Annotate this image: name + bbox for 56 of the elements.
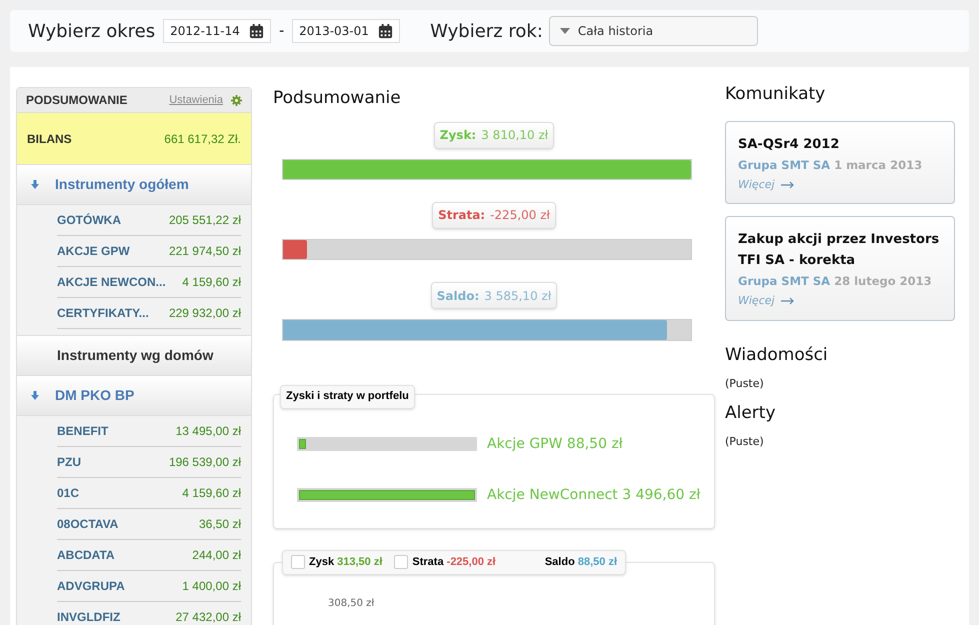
announcement-card[interactable]: SA-QSr4 2012 Grupa SMT SA 1 marca 2013 Więcej (725, 120, 955, 204)
year-label: Wybierz rok: (430, 20, 543, 44)
checkbox[interactable] (394, 555, 408, 570)
announcement-meta: Grupa SMT SA 28 lutego 2013 (738, 273, 933, 290)
caret-icon (560, 28, 570, 34)
instrument-row[interactable]: 01C 4 159,60 zł (57, 478, 241, 509)
sidebar-title: PODSUMOWANIE (26, 92, 128, 109)
card-title: Zyski i straty w portfelu (280, 384, 415, 409)
value-tag: Zysk: 3 810,10 zł (434, 122, 554, 149)
date-field[interactable]: 2013-03-01 (292, 19, 400, 43)
empty-note: (Puste) (725, 376, 765, 392)
arrow-down-icon (31, 180, 39, 189)
instrument-row[interactable]: CERTYFIKATY... 229 932,00 zł (57, 298, 241, 329)
instrument-row[interactable]: 08OCTAVA 36,50 zł (57, 509, 241, 540)
legend-label: Saldo 88,50 zł (544, 555, 617, 570)
instrument-row[interactable]: PZU 196 539,00 zł (57, 447, 241, 478)
section-title: Komunikaty (725, 83, 826, 106)
instrument-row[interactable]: AKCJE NEWCON... 4 159,60 zł (57, 267, 241, 298)
date-separator: - (279, 22, 284, 40)
announcement-card[interactable]: Zakup akcji przez Investors TFI SA - korekta Grupa SMT SA 28 lutego 2013 Więcej (725, 216, 955, 320)
year-dropdown[interactable]: Cała historia (548, 16, 758, 46)
instrument-row[interactable]: INVGLDFIZ 27 432,00 zł (57, 602, 241, 625)
section-title: Podsumowanie (273, 87, 402, 110)
settings-icon[interactable] (231, 94, 242, 106)
balance-value: 661 617,32 Zł. (164, 130, 241, 148)
announcement-meta: Grupa SMT SA 1 marca 2013 (738, 156, 924, 174)
section-title: Wiadomości (725, 344, 829, 366)
instrument-row[interactable]: ADVGRUPA 1 400,00 zł (57, 571, 241, 602)
value-tag: Strata: -225,00 zł (432, 202, 556, 229)
empty-note: (Puste) (725, 434, 765, 450)
date-field[interactable]: 2012-11-14 (163, 19, 272, 43)
bar-label: Akcje GPW 88,50 zł (487, 434, 623, 454)
section-title: Alerty (725, 402, 777, 424)
calendar-icon (249, 24, 264, 38)
axis-label: 308,50 zł (328, 596, 374, 611)
checkbox[interactable] (291, 555, 305, 570)
arrow-down-icon (31, 391, 39, 400)
announcement-title: SA-QSr4 2012 (738, 136, 840, 154)
bar-label: Akcje NewConnect 3 496,60 zł (487, 486, 700, 505)
group-header[interactable]: DM PKO BP (17, 376, 251, 416)
instrument-row[interactable]: BENEFIT 13 495,00 zł (57, 416, 241, 447)
value-tag: Saldo: 3 585,10 zł (430, 282, 558, 310)
instrument-row[interactable]: ABCDATA 244,00 zł (57, 540, 241, 571)
group-header[interactable]: Instrumenty ogółem (17, 165, 251, 205)
arrow-right-icon (780, 297, 795, 306)
instrument-row[interactable]: AKCJE GPW 221 974,50 zł (57, 236, 241, 267)
legend-label: Zysk 313,50 zł (309, 555, 382, 570)
balance-label: BILANS (27, 130, 73, 148)
settings-link[interactable]: Ustawienia (169, 92, 223, 108)
instrument-row[interactable]: GOTÓWKA 205 551,22 zł (57, 205, 241, 236)
period-label: Wybierz okres (28, 20, 156, 44)
calendar-icon (378, 24, 394, 38)
announcement-title: Zakup akcji przez Investors TFI SA - korekta (738, 231, 940, 270)
section-heading: Instrumenty wg domów (57, 346, 214, 365)
legend-label: Strata -225,00 zł (412, 555, 496, 570)
arrow-right-icon (780, 180, 795, 189)
